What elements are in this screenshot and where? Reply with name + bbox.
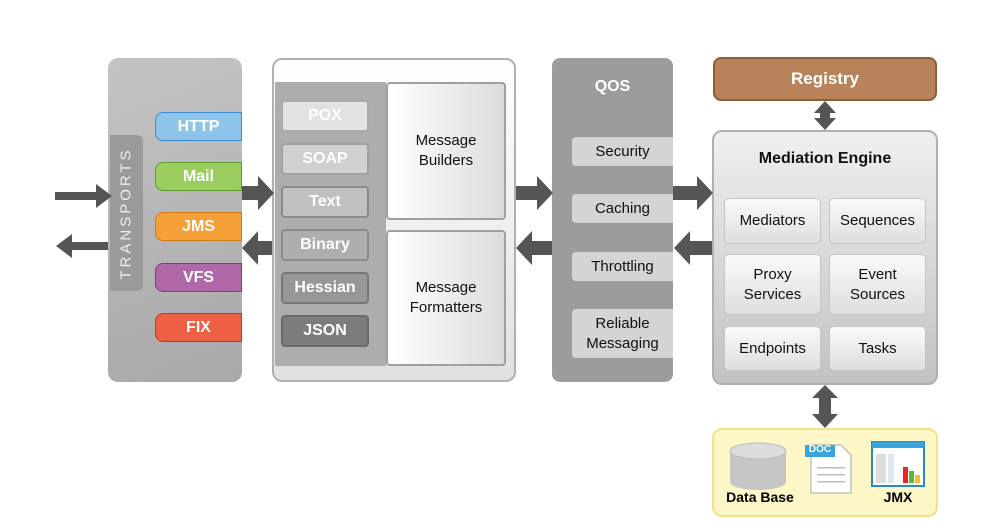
registry-double-arrow bbox=[814, 101, 836, 130]
resources-double-arrow bbox=[812, 385, 838, 428]
mediation-to-qos-arrow bbox=[674, 231, 712, 265]
qos-to-mediation-arrow bbox=[673, 176, 713, 210]
formatter-to-transport-arrow bbox=[242, 231, 272, 265]
incoming-arrow bbox=[55, 184, 112, 208]
builder-to-qos-arrow bbox=[516, 176, 553, 210]
transport-to-builder-arrow bbox=[242, 176, 274, 210]
arrows-layer bbox=[55, 101, 838, 428]
outgoing-arrow bbox=[56, 234, 108, 258]
qos-to-formatter-arrow bbox=[516, 231, 552, 265]
